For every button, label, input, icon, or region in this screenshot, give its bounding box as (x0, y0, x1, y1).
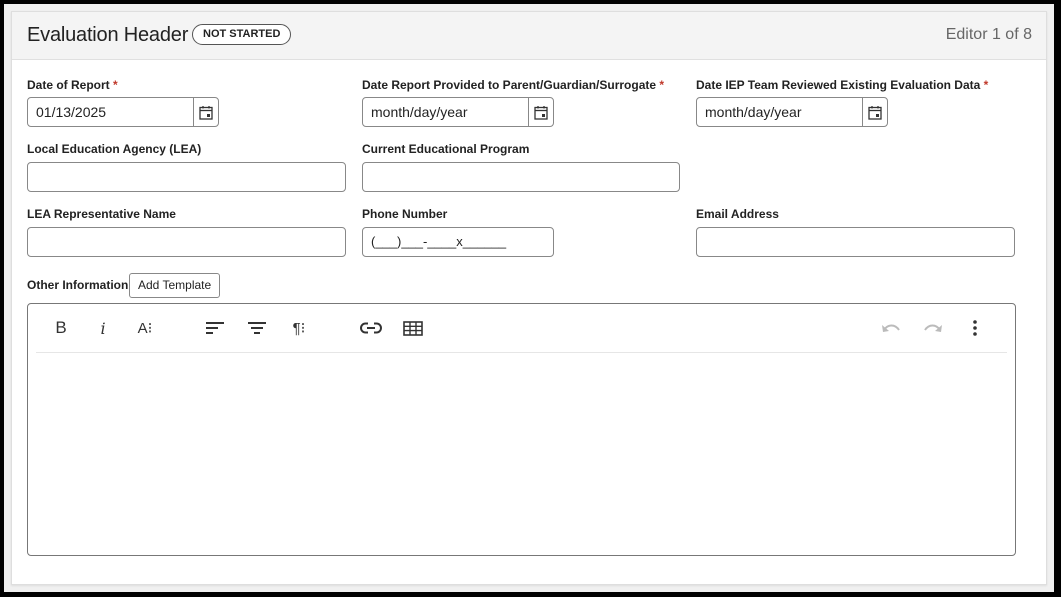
panel-header: Evaluation Header NOT STARTED Editor 1 o… (12, 12, 1046, 60)
editor-toolbar: B i A⁝ ¶⁝ (36, 304, 1007, 353)
phone-input[interactable]: (___)___-____x______ (362, 227, 554, 257)
redo-button[interactable] (920, 316, 946, 340)
lea-label: Local Education Agency (LEA) (27, 142, 202, 156)
more-options-button[interactable] (962, 316, 988, 340)
paragraph-icon: ¶⁝ (292, 320, 306, 337)
italic-button[interactable]: i (90, 316, 116, 340)
align-center-button[interactable] (244, 316, 270, 340)
date-iep-reviewed-label: Date IEP Team Reviewed Existing Evaluati… (696, 78, 988, 92)
rich-text-editor[interactable]: B i A⁝ ¶⁝ (27, 303, 1016, 556)
current-program-label: Current Educational Program (362, 142, 530, 156)
calendar-icon[interactable] (528, 98, 553, 126)
date-report-provided-placeholder[interactable]: month/day/year (371, 98, 468, 126)
email-label: Email Address (696, 207, 779, 221)
undo-icon (882, 324, 900, 332)
evaluation-header-panel: Evaluation Header NOT STARTED Editor 1 o… (11, 11, 1047, 585)
label-text: Date Report Provided to Parent/Guardian/… (362, 78, 657, 92)
current-program-input[interactable] (362, 162, 680, 192)
italic-icon: i (100, 318, 106, 338)
align-center-icon (248, 322, 266, 334)
more-vertical-icon (973, 320, 977, 336)
add-template-button[interactable]: Add Template (129, 273, 221, 298)
font-size-button[interactable]: A⁝ (132, 316, 158, 340)
window-frame: Evaluation Header NOT STARTED Editor 1 o… (4, 4, 1054, 592)
label-text: Date of Report (27, 78, 110, 92)
lea-rep-name-label: LEA Representative Name (27, 207, 176, 221)
paragraph-format-button[interactable]: ¶⁝ (286, 316, 312, 340)
required-marker: * (113, 78, 118, 92)
required-marker: * (983, 78, 989, 92)
redo-icon (924, 324, 942, 332)
bold-button[interactable]: B (48, 316, 74, 340)
insert-link-button[interactable] (358, 316, 384, 340)
font-size-icon: A⁝ (137, 320, 153, 337)
date-report-provided-field[interactable]: month/day/year (362, 97, 554, 127)
date-report-provided-label: Date Report Provided to Parent/Guardian/… (362, 78, 664, 92)
phone-label: Phone Number (362, 207, 448, 221)
undo-button[interactable] (878, 316, 904, 340)
table-icon (403, 320, 423, 336)
calendar-icon[interactable] (862, 98, 887, 126)
email-input[interactable] (696, 227, 1015, 257)
page-title: Evaluation Header (27, 24, 189, 46)
date-of-report-field[interactable]: 01/13/2025 (27, 97, 219, 127)
status-badge: NOT STARTED (192, 24, 292, 45)
align-left-icon (206, 322, 224, 334)
date-of-report-value[interactable]: 01/13/2025 (36, 98, 106, 126)
required-marker: * (659, 78, 665, 92)
date-iep-reviewed-field[interactable]: month/day/year (696, 97, 888, 127)
other-information-label: Other Information (27, 278, 129, 292)
date-iep-reviewed-placeholder[interactable]: month/day/year (705, 98, 802, 126)
link-icon (360, 322, 382, 334)
editor-content-area[interactable] (28, 354, 1015, 555)
lea-rep-name-input[interactable] (27, 227, 346, 257)
calendar-icon[interactable] (193, 98, 218, 126)
insert-table-button[interactable] (400, 316, 426, 340)
date-of-report-label: Date of Report * (27, 78, 118, 92)
align-left-button[interactable] (202, 316, 228, 340)
bold-icon: B (55, 318, 67, 337)
editor-position: Editor 1 of 8 (945, 26, 1032, 43)
label-text: Date IEP Team Reviewed Existing Evaluati… (696, 78, 981, 92)
lea-input[interactable] (27, 162, 346, 192)
